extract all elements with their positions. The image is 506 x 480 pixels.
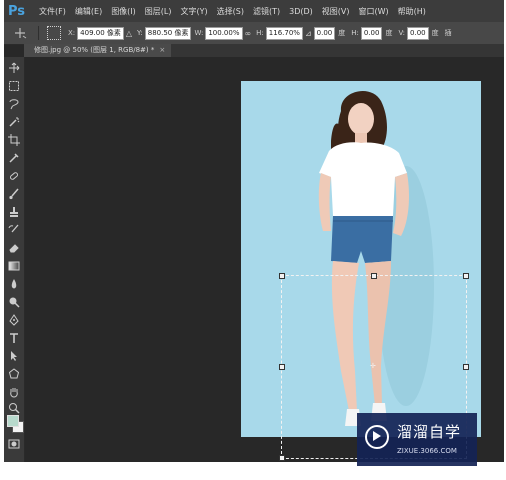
transform-center-icon[interactable]: ✛ — [370, 363, 376, 370]
y-field[interactable]: 880.50 像素 — [144, 26, 192, 40]
reference-point-icon[interactable] — [47, 26, 61, 40]
watermark-url: ZIXUE.3066.COM — [397, 447, 457, 455]
path-select-icon[interactable] — [6, 349, 22, 363]
h-skew-unit: 度 — [385, 29, 393, 37]
crop-tool-icon[interactable] — [6, 133, 22, 147]
angle-icon: ⊿ — [304, 28, 312, 38]
watermark: 溜溜自学 ZIXUE.3066.COM — [357, 413, 477, 466]
menu-filter[interactable]: 滤镜(T) — [253, 6, 280, 17]
watermark-title: 溜溜自学 — [397, 423, 462, 441]
h-skew-field[interactable]: 0.00 — [360, 26, 383, 40]
transform-handle-top-right[interactable] — [463, 273, 469, 279]
v-skew-label: V: — [398, 29, 406, 37]
type-tool-icon[interactable] — [6, 331, 22, 345]
menu-window[interactable]: 窗口(W) — [358, 6, 388, 17]
eraser-icon[interactable] — [6, 241, 22, 255]
eyedropper-icon[interactable] — [6, 151, 22, 165]
menu-bar: Ps 文件(F) 编辑(E) 图像(I) 图层(L) 文字(Y) 选择(S) 滤… — [4, 0, 504, 22]
ps-logo: Ps — [8, 3, 26, 19]
marquee-tool-icon[interactable] — [6, 79, 22, 93]
transform-tool-icon — [15, 28, 27, 39]
document-tab-row: 修图.jpg @ 50% (图层 1, RGB/8#) * × — [24, 44, 504, 57]
clone-stamp-icon[interactable] — [6, 205, 22, 219]
hand-tool-icon[interactable] — [6, 385, 22, 399]
transform-handle-top-left[interactable] — [279, 273, 285, 279]
relative-position-icon[interactable]: △ — [126, 29, 132, 38]
menu-type[interactable]: 文字(Y) — [181, 6, 208, 17]
photoshop-window: Ps 文件(F) 编辑(E) 图像(I) 图层(L) 文字(Y) 选择(S) 滤… — [4, 0, 504, 462]
brush-tool-icon[interactable] — [6, 187, 22, 201]
lasso-tool-icon[interactable] — [6, 97, 22, 111]
healing-brush-icon[interactable] — [6, 169, 22, 183]
gradient-icon[interactable] — [6, 259, 22, 273]
transform-handle-bottom-left[interactable] — [279, 455, 285, 461]
menu-edit[interactable]: 编辑(E) — [75, 6, 102, 17]
link-icon[interactable]: ∞ — [245, 29, 252, 38]
interpolation-label[interactable]: 插 — [445, 28, 452, 38]
menu-image[interactable]: 图像(I) — [111, 6, 136, 17]
foreground-color-swatch[interactable] — [7, 415, 19, 427]
transform-handle-right[interactable] — [463, 364, 469, 370]
pen-tool-icon[interactable] — [6, 313, 22, 327]
menu-select[interactable]: 选择(S) — [217, 6, 244, 17]
document-tab[interactable]: 修图.jpg @ 50% (图层 1, RGB/8#) * × — [24, 44, 172, 57]
document-tab-title: 修图.jpg @ 50% (图层 1, RGB/8#) * — [34, 46, 155, 54]
x-label: X: — [68, 29, 76, 37]
h-label: H: — [256, 29, 264, 37]
v-skew-unit: 度 — [431, 29, 439, 37]
play-icon — [373, 431, 381, 441]
tool-preset-picker[interactable] — [6, 25, 34, 41]
move-tool-icon[interactable] — [6, 61, 22, 75]
transform-handle-left[interactable] — [279, 364, 285, 370]
history-brush-icon[interactable] — [6, 223, 22, 237]
tools-panel — [4, 57, 25, 462]
transform-handle-top[interactable] — [371, 273, 377, 279]
close-tab-icon[interactable]: × — [159, 46, 165, 54]
blur-icon[interactable] — [6, 277, 22, 291]
v-skew-field[interactable]: 0.00 — [407, 26, 429, 40]
divider — [38, 26, 39, 40]
height-field[interactable]: 116.70% — [265, 26, 303, 40]
menu-layer[interactable]: 图层(L) — [145, 6, 172, 17]
dodge-icon[interactable] — [6, 295, 22, 309]
angle-field[interactable]: 0.00 — [313, 26, 336, 40]
menu-file[interactable]: 文件(F) — [39, 6, 66, 17]
angle-unit: 度 — [338, 29, 346, 37]
w-label: W: — [194, 29, 204, 37]
menu-help[interactable]: 帮助(H) — [398, 6, 426, 17]
shape-tool-icon[interactable] — [6, 367, 22, 381]
width-field[interactable]: 100.00% — [205, 26, 243, 40]
magic-wand-icon[interactable] — [6, 115, 22, 129]
options-bar: X: 409.00 像素 △ Y: 880.50 像素 W: 100.00% ∞… — [4, 22, 504, 45]
quick-mask-icon[interactable] — [6, 437, 22, 451]
zoom-tool-icon[interactable] — [6, 401, 22, 415]
x-field[interactable]: 409.00 像素 — [77, 26, 124, 40]
menu-3d[interactable]: 3D(D) — [289, 7, 313, 16]
canvas-area[interactable]: ✛ — [25, 57, 504, 462]
h-skew-label: H: — [351, 29, 359, 37]
menu-view[interactable]: 视图(V) — [322, 6, 350, 17]
y-label: Y: — [137, 29, 143, 37]
